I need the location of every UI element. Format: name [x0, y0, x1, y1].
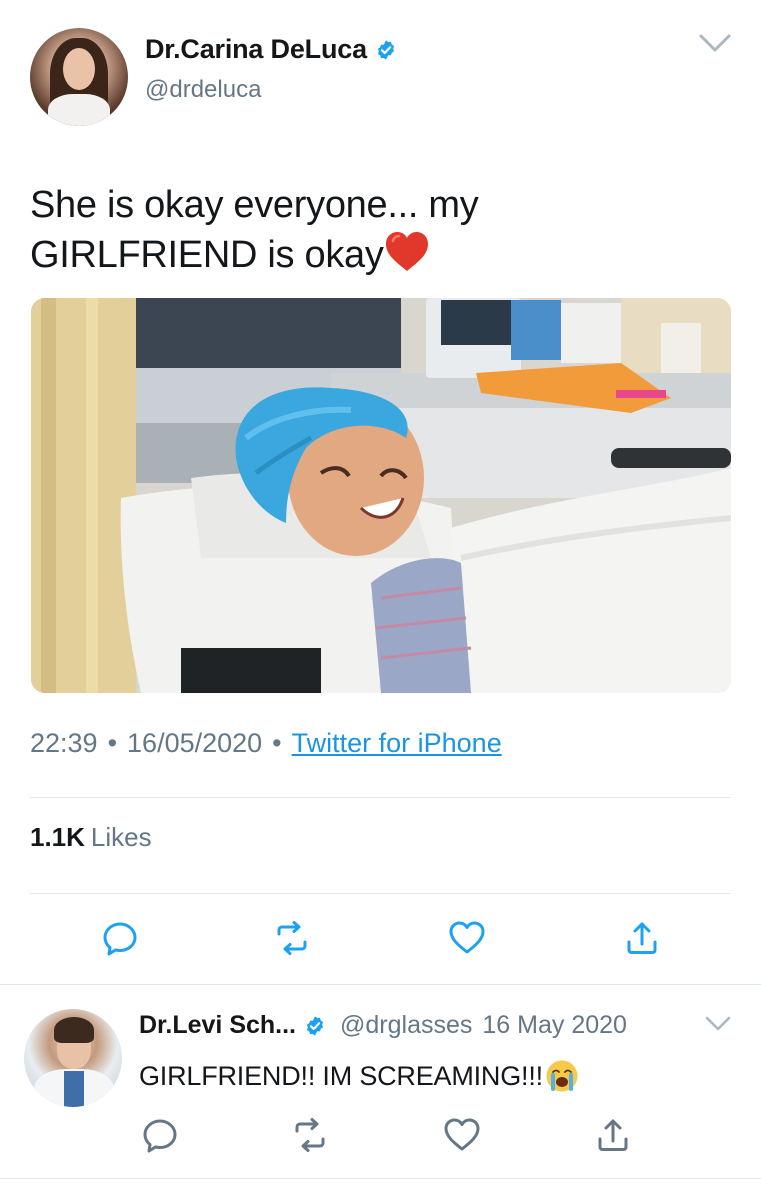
verified-badge-icon — [306, 1015, 324, 1036]
reply-handle[interactable]: @drglasses — [340, 1011, 472, 1040]
retweet-icon[interactable] — [290, 1115, 330, 1155]
tweet-text-line-2: GIRLFRIEND is okay — [30, 234, 384, 276]
tweet-meta: 22:39 • 16/05/2020 • Twitter for iPhone — [30, 728, 502, 759]
tweet-text-line-2-wrap: GIRLFRIEND is okay — [30, 230, 730, 280]
tweet-photo[interactable] — [31, 298, 731, 693]
like-heart-icon[interactable] — [442, 1115, 482, 1155]
meta-separator-1: • — [107, 728, 118, 758]
author-name-row: Dr.Carina DeLuca — [145, 34, 397, 65]
divider — [30, 893, 731, 894]
meta-separator-2: • — [272, 728, 282, 758]
verified-badge-icon — [377, 39, 394, 60]
tweet-actions — [0, 918, 761, 962]
author-handle[interactable]: @drdeluca — [145, 76, 261, 104]
reply-text-content: GIRLFRIEND!! IM SCREAMING!!! — [139, 1061, 543, 1091]
like-heart-icon[interactable] — [447, 918, 487, 958]
chevron-down-icon[interactable] — [697, 30, 733, 58]
share-icon[interactable] — [593, 1115, 633, 1155]
hospital-bed-photo — [31, 298, 731, 693]
likes-count: 1.1K — [30, 822, 85, 852]
share-icon[interactable] — [622, 918, 662, 958]
author-avatar[interactable] — [30, 28, 128, 126]
tweet-time: 22:39 — [30, 728, 98, 758]
reply-actions — [0, 1115, 761, 1159]
likes-label: Likes — [90, 822, 152, 852]
reply-date[interactable]: 16 May 2020 — [482, 1011, 627, 1040]
likes-stat[interactable]: 1.1K Likes — [30, 822, 152, 853]
reply-icon[interactable] — [100, 918, 140, 958]
reply-display-name[interactable]: Dr.Levi Sch... — [139, 1011, 296, 1040]
tweet-date: 16/05/2020 — [127, 728, 263, 758]
retweet-icon[interactable] — [272, 918, 312, 958]
tweet-source-link[interactable]: Twitter for iPhone — [292, 728, 502, 759]
reply-icon[interactable] — [140, 1115, 180, 1155]
reply-header: Dr.Levi Sch... @drglasses 16 May 2020 — [139, 1011, 627, 1040]
divider — [0, 1178, 761, 1179]
reply-tweet[interactable]: Dr.Levi Sch... @drglasses 16 May 2020 GI… — [0, 985, 761, 1200]
divider — [30, 797, 731, 798]
red-heart-emoji-icon — [385, 232, 428, 271]
main-tweet: Dr.Carina DeLuca @drdeluca She is okay e… — [0, 0, 761, 984]
chevron-down-icon[interactable] — [703, 1013, 733, 1035]
reply-text: GIRLFRIEND!! IM SCREAMING!!! — [139, 1059, 579, 1093]
tweet-text-line-1: She is okay everyone... my — [30, 184, 479, 226]
author-display-name[interactable]: Dr.Carina DeLuca — [145, 34, 367, 65]
reply-author-avatar[interactable] — [24, 1009, 122, 1107]
loudly-crying-face-emoji-icon — [546, 1060, 578, 1092]
tweet-text: She is okay everyone... my GIRLFRIEND is… — [30, 180, 730, 280]
